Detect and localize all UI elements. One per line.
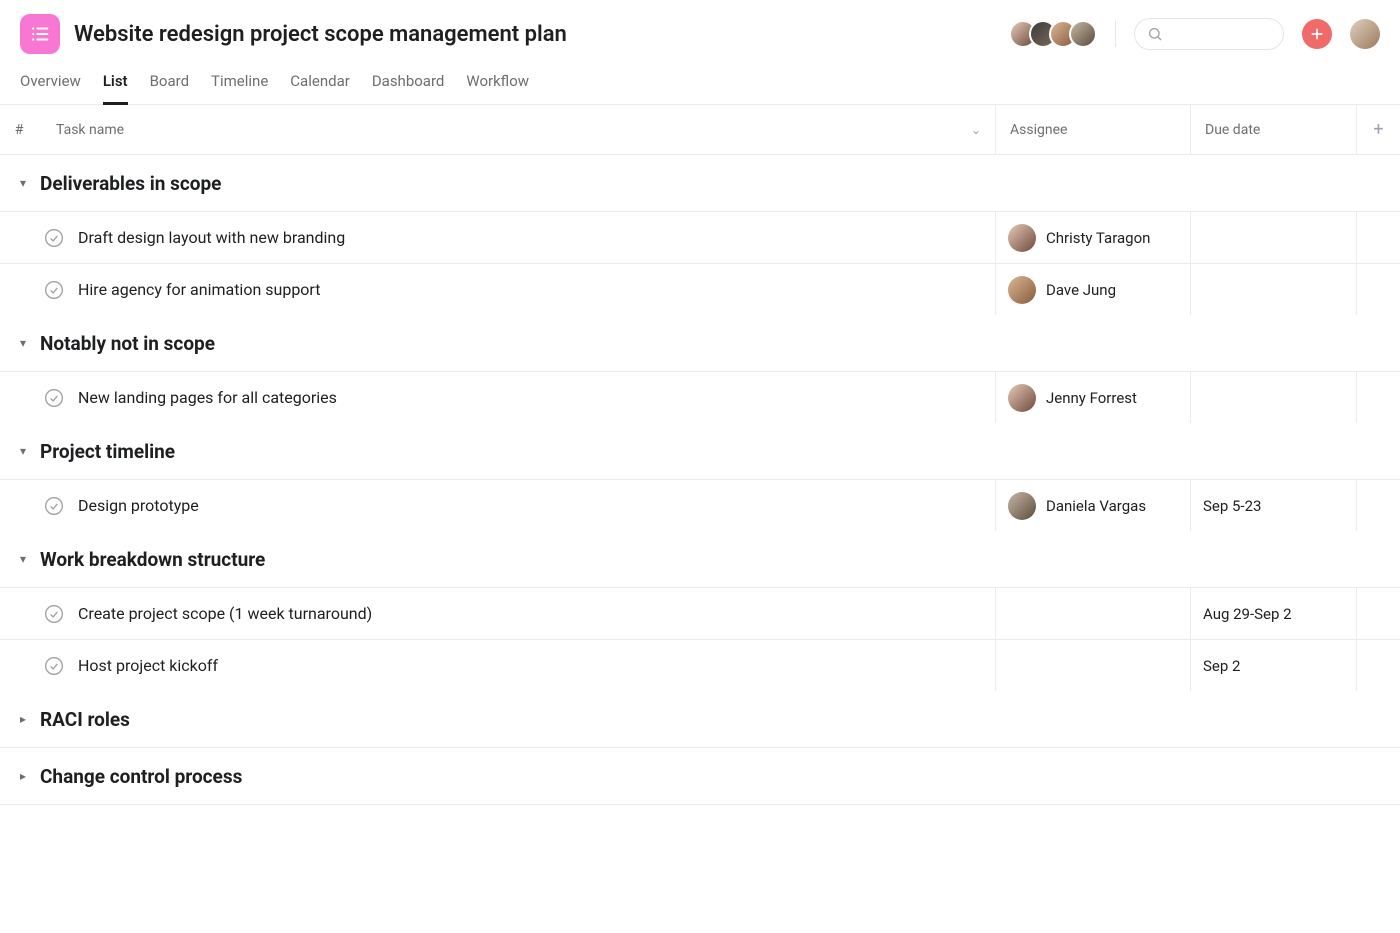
tab-workflow[interactable]: Workflow [466,72,529,104]
col-due-date[interactable]: Due date [1190,105,1356,154]
assignee-cell[interactable]: Jenny Forrest [995,372,1190,423]
section-title[interactable]: Change control process [40,765,242,788]
complete-checkbox[interactable] [44,280,64,300]
task-name[interactable]: Draft design layout with new branding [78,228,345,247]
add-button[interactable] [1302,19,1332,49]
assignee-avatar [1008,492,1036,520]
task-name[interactable]: Design prototype [78,496,199,515]
assignee-name: Daniela Vargas [1046,497,1146,515]
due-date-cell[interactable] [1190,264,1356,315]
task-row[interactable]: Host project kickoff Sep 2 [0,639,1400,691]
section-title[interactable]: RACI roles [40,708,130,731]
extra-cell [1356,640,1400,691]
section-title[interactable]: Project timeline [40,440,175,463]
tab-list[interactable]: List [103,72,128,105]
divider [1115,21,1116,47]
tab-dashboard[interactable]: Dashboard [372,72,445,104]
complete-checkbox[interactable] [44,496,64,516]
complete-checkbox[interactable] [44,604,64,624]
col-task-name[interactable]: Task name ⌄ [38,122,995,138]
task-row[interactable]: Hire agency for animation support Dave Ju… [0,263,1400,315]
assignee-avatar [1008,384,1036,412]
task-row[interactable]: Design prototype Daniela Vargas Sep 5-23 [0,479,1400,531]
extra-cell [1356,372,1400,423]
caret-down-icon[interactable]: ▾ [20,444,30,458]
task-row[interactable]: New landing pages for all categories Jenn… [0,371,1400,423]
due-date-cell[interactable]: Aug 29-Sep 2 [1190,588,1356,639]
due-date-cell[interactable] [1190,212,1356,263]
caret-down-icon[interactable]: ▾ [20,336,30,350]
assignee-avatar [1008,224,1036,252]
project-title[interactable]: Website redesign project scope managemen… [74,22,995,47]
extra-cell [1356,264,1400,315]
col-number: # [0,122,38,138]
section-header[interactable]: ▸ Change control process [0,748,1400,804]
assignee-avatar [1008,276,1036,304]
due-date: Sep 5-23 [1203,497,1261,515]
assignee-name: Dave Jung [1046,281,1116,299]
due-date-cell[interactable] [1190,372,1356,423]
task-name[interactable]: Create project scope (1 week turnaround) [78,604,372,623]
complete-checkbox[interactable] [44,388,64,408]
due-date: Sep 2 [1203,657,1240,675]
caret-down-icon[interactable]: ▾ [20,552,30,566]
caret-down-icon[interactable]: ▾ [20,176,30,190]
assignee-cell[interactable]: Daniela Vargas [995,480,1190,531]
section-header[interactable]: ▾ Work breakdown structure [0,531,1400,587]
due-date: Aug 29-Sep 2 [1203,605,1292,623]
tab-board[interactable]: Board [150,72,189,104]
due-date-cell[interactable]: Sep 2 [1190,640,1356,691]
section-header[interactable]: ▾ Deliverables in scope [0,155,1400,211]
section-title[interactable]: Notably not in scope [40,332,215,355]
col-task-label: Task name [56,122,124,138]
section-header[interactable]: ▾ Notably not in scope [0,315,1400,371]
project-members[interactable] [1009,20,1097,48]
task-name[interactable]: Hire agency for animation support [78,280,320,299]
assignee-cell[interactable]: Christy Taragon [995,212,1190,263]
view-tabs: Overview List Board Timeline Calendar Da… [0,54,1400,105]
task-name[interactable]: Host project kickoff [78,656,218,675]
extra-cell [1356,212,1400,263]
section-title[interactable]: Deliverables in scope [40,172,221,195]
section-title[interactable]: Work breakdown structure [40,548,265,571]
col-assignee[interactable]: Assignee [995,105,1190,154]
caret-right-icon[interactable]: ▸ [20,712,30,726]
assignee-name: Jenny Forrest [1046,389,1137,407]
avatar[interactable] [1069,20,1097,48]
tab-calendar[interactable]: Calendar [290,72,350,104]
section-header[interactable]: ▸ RACI roles [0,691,1400,747]
task-name[interactable]: New landing pages for all categories [78,388,337,407]
task-row[interactable]: Draft design layout with new branding Chr… [0,211,1400,263]
tab-overview[interactable]: Overview [20,72,81,104]
caret-right-icon[interactable]: ▸ [20,769,30,783]
extra-cell [1356,588,1400,639]
add-column-button[interactable]: + [1356,105,1400,154]
search-input[interactable] [1134,18,1284,50]
complete-checkbox[interactable] [44,656,64,676]
chevron-down-icon[interactable]: ⌄ [971,123,981,137]
assignee-name: Christy Taragon [1046,229,1150,247]
task-row[interactable]: Create project scope (1 week turnaround)… [0,587,1400,639]
section-header[interactable]: ▾ Project timeline [0,423,1400,479]
column-headers: # Task name ⌄ Assignee Due date + [0,105,1400,155]
complete-checkbox[interactable] [44,228,64,248]
assignee-cell[interactable] [995,640,1190,691]
extra-cell [1356,480,1400,531]
project-icon[interactable] [20,14,60,54]
assignee-cell[interactable] [995,588,1190,639]
assignee-cell[interactable]: Dave Jung [995,264,1190,315]
tab-timeline[interactable]: Timeline [211,72,268,104]
user-avatar[interactable] [1350,19,1380,49]
due-date-cell[interactable]: Sep 5-23 [1190,480,1356,531]
